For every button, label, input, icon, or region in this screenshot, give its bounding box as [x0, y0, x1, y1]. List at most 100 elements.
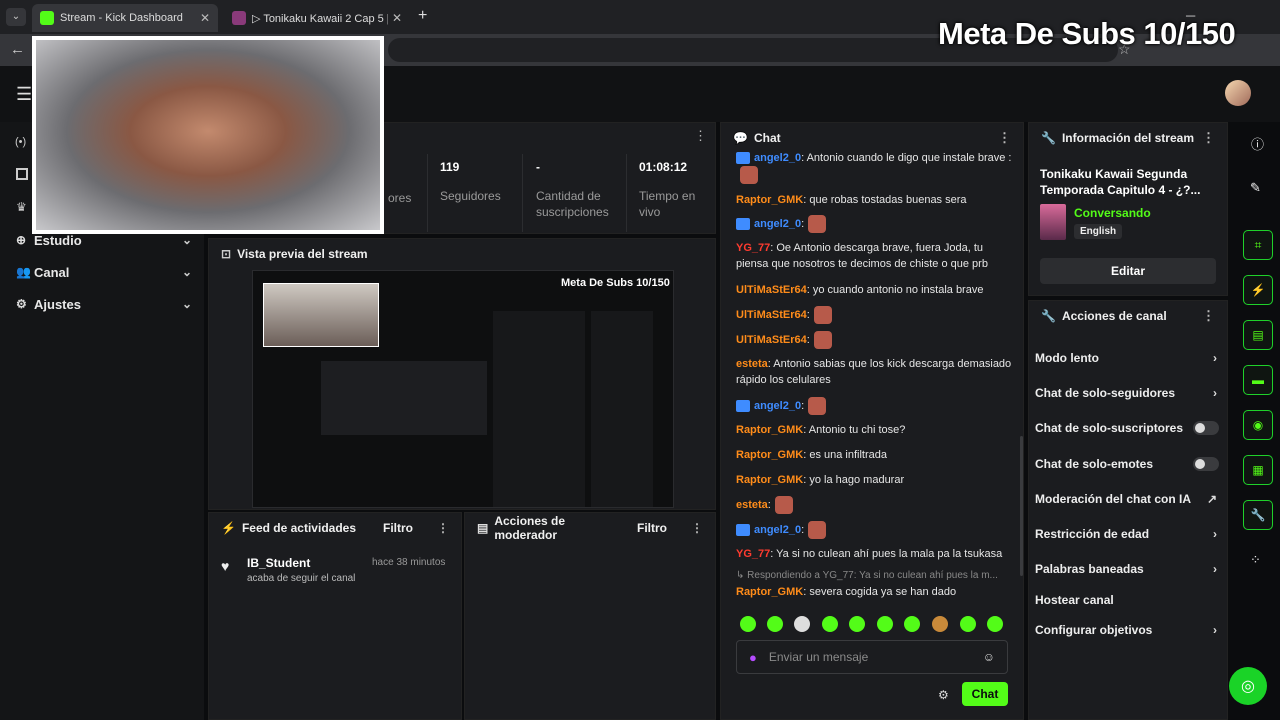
- chat-input[interactable]: ● Enviar un mensaje ☺: [736, 640, 1008, 674]
- user-avatar[interactable]: [1225, 80, 1251, 106]
- notes-icon[interactable]: ▤: [1243, 320, 1273, 350]
- chat-message[interactable]: UlTiMaStEr64: yo cuando antonio no insta…: [736, 282, 1012, 298]
- chat-scrollbar[interactable]: [1020, 436, 1023, 576]
- channel-action-item[interactable]: Configurar objetivos ›: [1035, 621, 1217, 639]
- channel-action-item[interactable]: Modo lento ›: [1035, 349, 1217, 367]
- chat-message[interactable]: esteta:: [736, 496, 1012, 514]
- emote-icon[interactable]: [822, 616, 838, 632]
- chat-message[interactable]: Raptor_GMK: es una infiltrada: [736, 447, 1012, 463]
- flash-icon[interactable]: ⚡: [1243, 275, 1273, 305]
- moderator-filter-button[interactable]: Filtro: [637, 521, 667, 535]
- more-options-icon[interactable]: ⋮: [998, 130, 1011, 146]
- tab-kick-dashboard[interactable]: Stream - Kick Dashboard ✕: [32, 4, 218, 32]
- channel-action-item[interactable]: Chat de solo-suscriptores: [1035, 419, 1219, 437]
- chat-message[interactable]: Raptor_GMK: severa cogida ya se han dado: [736, 584, 1012, 600]
- chat-username[interactable]: esteta: [736, 499, 768, 511]
- chat-message[interactable]: angel2_0: Antonio cuando le digo que ins…: [736, 150, 1012, 184]
- sidebar-item-canal[interactable]: 👥 Canal ⌄: [16, 262, 192, 282]
- chat-username[interactable]: angel2_0: [754, 524, 801, 536]
- more-options-icon[interactable]: ⋮: [1202, 308, 1215, 324]
- chat-message[interactable]: YG_77: Oe Antonio descarga brave, fuera …: [736, 240, 1012, 272]
- channel-action-item[interactable]: Palabras baneadas ›: [1035, 560, 1217, 578]
- chat-username[interactable]: Raptor_GMK: [736, 474, 803, 486]
- toggle-switch[interactable]: [1193, 421, 1219, 435]
- sidebar-item-ajustes[interactable]: ⚙ Ajustes ⌄: [16, 294, 192, 314]
- chart-icon[interactable]: [16, 168, 28, 180]
- help-icon[interactable]: ⓘ: [1251, 134, 1264, 153]
- more-options-icon[interactable]: ⋮: [691, 521, 703, 535]
- tab-list-button[interactable]: ⌄: [6, 8, 26, 26]
- chat-message[interactable]: UlTiMaStEr64:: [736, 331, 1012, 349]
- close-tab-icon[interactable]: ✕: [392, 11, 402, 25]
- emote-icon: [808, 521, 827, 539]
- chat-message[interactable]: Raptor_GMK: yo la hago madurar: [736, 472, 1012, 488]
- pencil-icon[interactable]: ✎: [1250, 180, 1261, 196]
- channel-action-item[interactable]: Hostear canal: [1035, 591, 1217, 609]
- chat-username[interactable]: UlTiMaStEr64: [736, 284, 807, 296]
- channel-action-item[interactable]: Restricción de edad ›: [1035, 525, 1217, 543]
- emote-icon[interactable]: [794, 616, 810, 632]
- close-tab-icon[interactable]: ✕: [200, 11, 210, 25]
- send-chat-button[interactable]: Chat: [962, 682, 1008, 706]
- chat-username[interactable]: YG_77: [736, 242, 770, 254]
- emoji-picker-icon[interactable]: ☺: [983, 650, 995, 664]
- tab-tonikaku[interactable]: ▷ Tonikaku Kawaii 2 Cap 5 [JAI ✕: [224, 4, 410, 32]
- scan-icon[interactable]: ⌗: [1243, 230, 1273, 260]
- chat-username[interactable]: Raptor_GMK: [736, 424, 803, 436]
- channel-action-item[interactable]: Moderación del chat con IA ↗: [1035, 490, 1217, 508]
- toggle-switch[interactable]: [1193, 457, 1219, 471]
- trophy-icon[interactable]: ♛: [16, 200, 27, 214]
- stream-preview-video[interactable]: Meta De Subs 10/150: [252, 270, 674, 508]
- chat-username[interactable]: Raptor_GMK: [736, 586, 803, 598]
- back-arrow-icon[interactable]: ←: [10, 41, 25, 58]
- broadcast-icon[interactable]: ◉: [1243, 410, 1273, 440]
- chat-message[interactable]: Raptor_GMK: que robas tostadas buenas se…: [736, 192, 1012, 208]
- menu-icon[interactable]: ☰: [16, 84, 32, 105]
- chat-text: : severa cogida ya se han dado: [803, 586, 957, 598]
- more-options-icon[interactable]: ⋮: [437, 521, 449, 535]
- emote-icon[interactable]: [987, 616, 1003, 632]
- chat-username[interactable]: UlTiMaStEr64: [736, 309, 807, 321]
- more-options-icon[interactable]: ⋮: [694, 128, 707, 144]
- channel-action-item[interactable]: Chat de solo-emotes: [1035, 455, 1219, 473]
- channel-action-item[interactable]: Chat de solo-seguidores ›: [1035, 384, 1217, 402]
- emote-icon[interactable]: [767, 616, 783, 632]
- category-name[interactable]: Conversando: [1074, 206, 1151, 220]
- activity-filter-button[interactable]: Filtro: [383, 521, 413, 535]
- chat-message[interactable]: angel2_0:: [736, 215, 1012, 233]
- chat-username[interactable]: angel2_0: [754, 400, 801, 412]
- chat-username[interactable]: esteta: [736, 358, 768, 370]
- more-options-icon[interactable]: ⋮: [1202, 130, 1215, 146]
- chat-username[interactable]: angel2_0: [754, 218, 801, 230]
- activity-user: IB_Student: [247, 556, 311, 570]
- apps-icon[interactable]: ⁘: [1250, 552, 1261, 568]
- chat-message[interactable]: Raptor_GMK: Antonio tu chi tose?: [736, 422, 1012, 438]
- chat-username[interactable]: YG_77: [736, 548, 770, 560]
- edit-button[interactable]: Editar: [1040, 258, 1216, 284]
- emote-icon[interactable]: [932, 616, 948, 632]
- chat-message[interactable]: YG_77: Ya si no culean ahí pues la mala …: [736, 546, 1012, 562]
- chat-message[interactable]: angel2_0:: [736, 397, 1012, 415]
- chat-message[interactable]: UlTiMaStEr64:: [736, 306, 1012, 324]
- chat-username[interactable]: UlTiMaStEr64: [736, 334, 807, 346]
- chat-message[interactable]: esteta: Antonio sabias que los kick desc…: [736, 356, 1012, 388]
- chat-message[interactable]: angel2_0:: [736, 521, 1012, 539]
- chat-bubble-icon[interactable]: ▬: [1243, 365, 1273, 395]
- support-chat-button[interactable]: ◎: [1229, 667, 1267, 705]
- broadcast-icon[interactable]: (•): [15, 136, 26, 148]
- chat-username[interactable]: Raptor_GMK: [736, 449, 803, 461]
- chat-username[interactable]: Raptor_GMK: [736, 194, 803, 206]
- wrench-icon[interactable]: 🔧: [1243, 500, 1273, 530]
- layout-icon[interactable]: ▦: [1243, 455, 1273, 485]
- emote-icon[interactable]: [960, 616, 976, 632]
- emote-icon[interactable]: [904, 616, 920, 632]
- emote-icon[interactable]: [849, 616, 865, 632]
- kick-icon: [40, 11, 54, 25]
- chat-settings-icon[interactable]: ⚙: [938, 688, 949, 702]
- new-tab-button[interactable]: +: [418, 7, 427, 25]
- mini-chat-column: [493, 311, 585, 507]
- chat-username[interactable]: angel2_0: [754, 152, 801, 164]
- emote-icon[interactable]: [740, 616, 756, 632]
- microphone-icon[interactable]: ●: [749, 650, 757, 665]
- emote-icon[interactable]: [877, 616, 893, 632]
